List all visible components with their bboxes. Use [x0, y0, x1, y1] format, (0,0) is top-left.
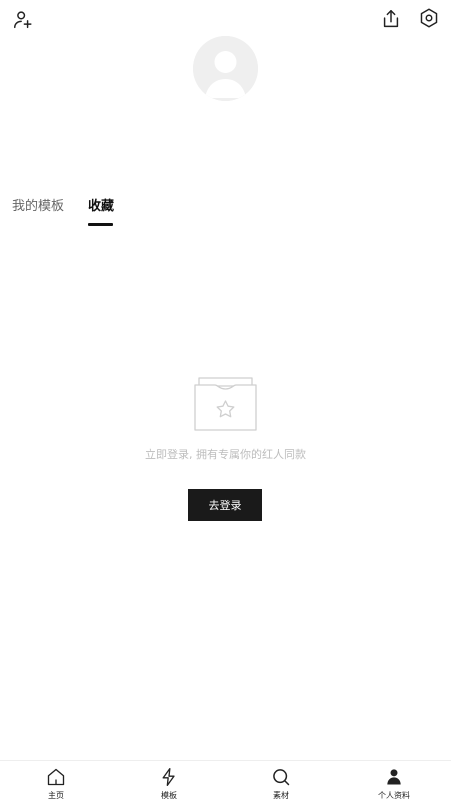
tab-favorites[interactable]: 收藏 [88, 196, 114, 226]
empty-state-message: 立即登录, 拥有专属你的红人同款 [145, 448, 306, 461]
nav-item-profile[interactable]: 个人资料 [364, 767, 424, 803]
top-bar [0, 0, 451, 38]
profile-screen: 我的模板 收藏 立即登录, 拥有专属你的红人同款 去登录 主页 模板 素材 个人… [0, 0, 451, 803]
home-icon [47, 768, 65, 786]
empty-favorites-icon [193, 375, 258, 433]
nav-label-materials: 素材 [273, 791, 289, 800]
share-icon[interactable] [377, 5, 405, 33]
nav-item-templates[interactable]: 模板 [139, 767, 199, 803]
tab-bar: 我的模板 收藏 [0, 196, 451, 230]
search-icon [273, 769, 290, 786]
add-user-icon[interactable] [9, 6, 37, 34]
nav-label-templates: 模板 [161, 791, 177, 800]
login-button[interactable]: 去登录 [188, 489, 262, 521]
nav-item-materials[interactable]: 素材 [251, 767, 311, 803]
active-tab-indicator [88, 223, 113, 226]
lightning-icon [162, 768, 175, 786]
settings-icon[interactable] [415, 4, 443, 32]
tab-my-templates[interactable]: 我的模板 [12, 196, 64, 226]
bottom-nav: 主页 模板 素材 个人资料 [0, 760, 451, 803]
nav-label-profile: 个人资料 [378, 791, 410, 800]
nav-label-home: 主页 [48, 791, 64, 800]
avatar[interactable] [193, 36, 258, 101]
nav-item-home[interactable]: 主页 [26, 767, 86, 803]
person-icon [387, 769, 401, 785]
